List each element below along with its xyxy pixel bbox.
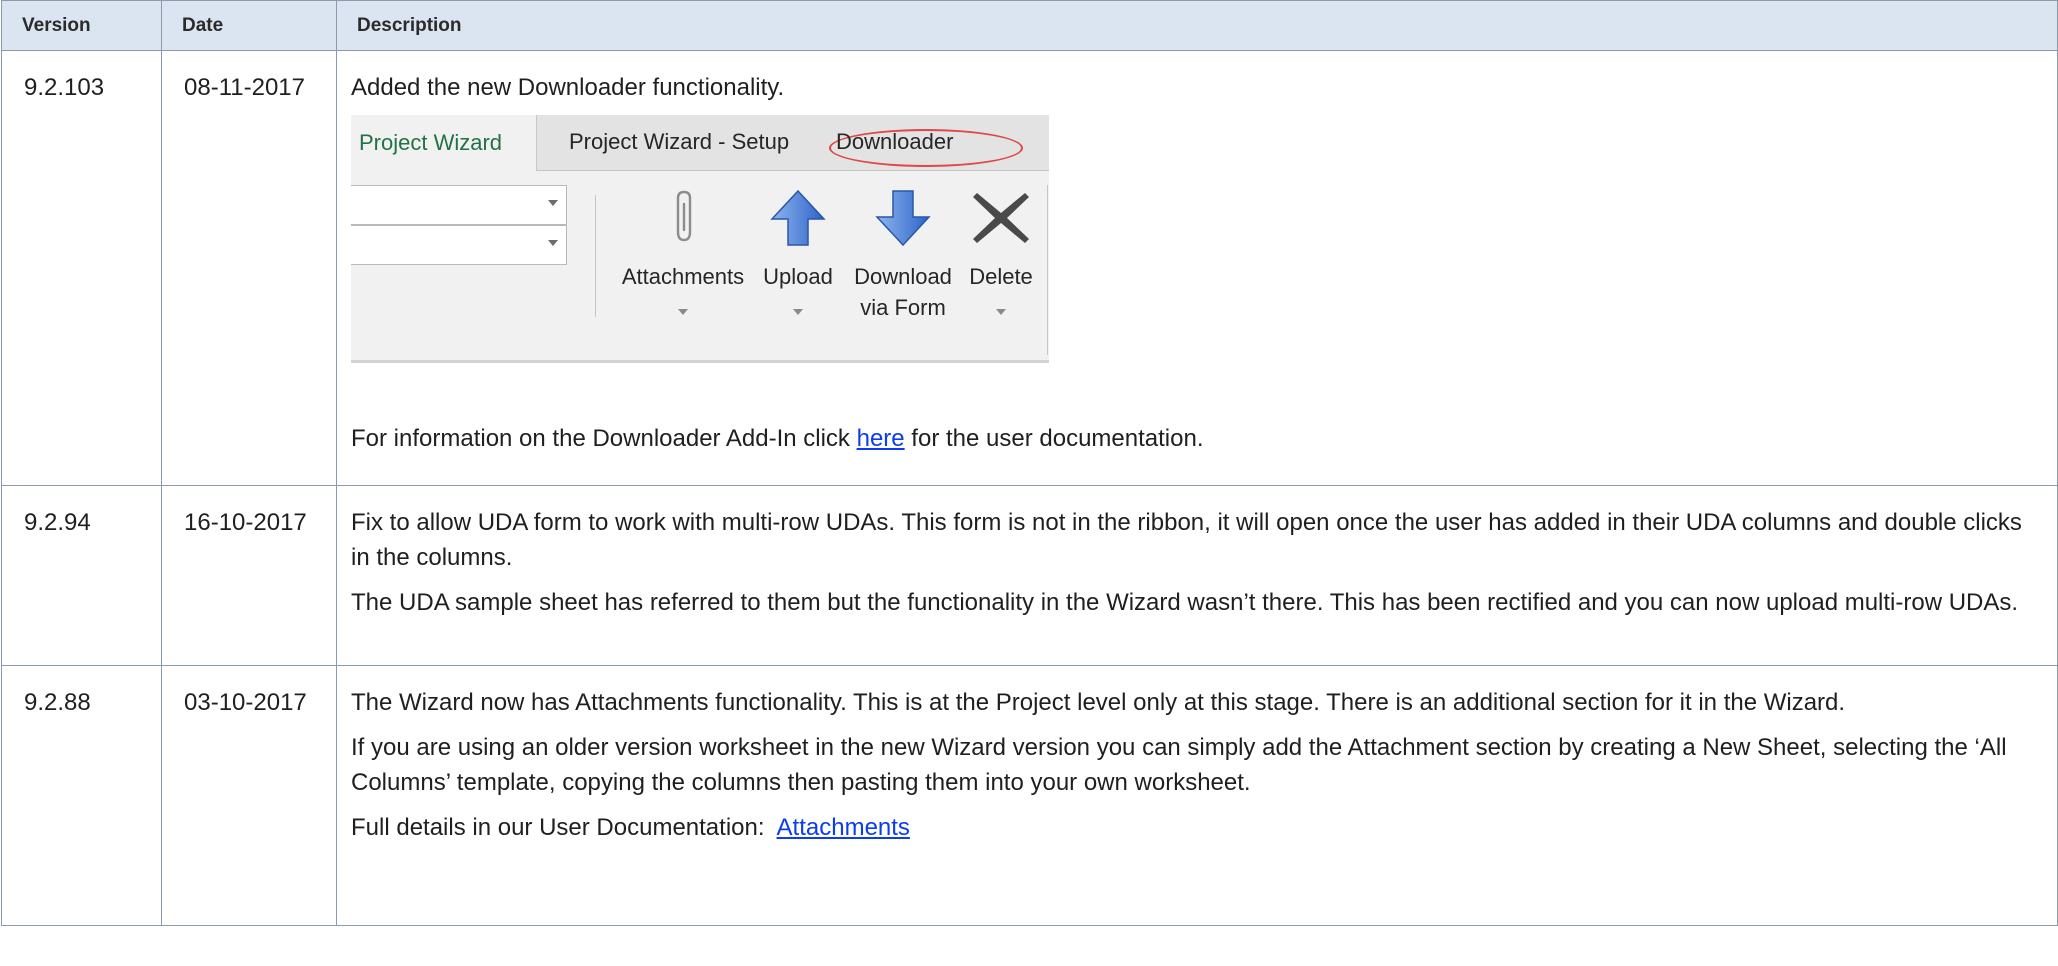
description-text: Added the new Downloader functionality. <box>351 74 785 101</box>
description-text: If you are using an older version worksh… <box>351 734 2007 796</box>
attachments-label: Attachments <box>621 264 745 289</box>
version-cell: 9.2.94 <box>1 485 162 666</box>
table-row: 9.2.103 08-11-2017 Added the new Downloa… <box>1 50 2058 486</box>
details-line: Full details in our User Documentation: … <box>351 810 2043 845</box>
column-header-version: Version <box>1 0 162 51</box>
download-label: Download <box>854 264 952 289</box>
date-cell: 16-10-2017 <box>161 485 337 666</box>
date-cell: 08-11-2017 <box>161 50 337 486</box>
chevron-down-icon <box>548 200 558 206</box>
description-cell: The Wizard now has Attachments functiona… <box>336 665 2058 926</box>
here-link[interactable]: here <box>857 425 905 452</box>
column-header-date: Date <box>161 0 337 51</box>
dropdown-arrow-icon <box>793 309 803 315</box>
table-row: 9.2.88 03-10-2017 The Wizard now has Att… <box>1 665 2058 926</box>
column-header-description: Description <box>336 0 2058 51</box>
info-line: For information on the Downloader Add-In… <box>351 421 2043 456</box>
ribbon-separator <box>595 195 596 317</box>
download-via-form-button[interactable]: Download via Form <box>843 183 963 323</box>
attachments-link[interactable]: Attachments <box>777 814 910 841</box>
upload-button[interactable]: Upload <box>757 183 839 323</box>
version-cell: 9.2.88 <box>1 665 162 926</box>
attachments-button[interactable]: Attachments <box>609 183 757 323</box>
download-label-line2: via Form <box>860 295 946 320</box>
ribbon-combo-box[interactable] <box>351 225 567 265</box>
delete-button[interactable]: Delete <box>961 183 1041 323</box>
dropdown-arrow-icon <box>996 309 1006 315</box>
version-cell: 9.2.103 <box>1 50 162 486</box>
chevron-down-icon <box>548 240 558 246</box>
description-cell: Fix to allow UDA form to work with multi… <box>336 485 2058 666</box>
tab-project-wizard-setup[interactable]: Project Wizard - Setup <box>569 115 789 170</box>
upload-label: Upload <box>763 264 833 289</box>
delete-x-icon <box>973 193 1029 243</box>
version-history-table: Version Date Description 9.2.103 08-11-2… <box>1 0 2058 926</box>
date-cell: 03-10-2017 <box>161 665 337 926</box>
header-row: Version Date Description <box>1 0 2058 51</box>
ribbon-screenshot: Project Wizard Project Wizard - Setup Do… <box>351 115 1049 363</box>
tab-project-wizard[interactable]: Project Wizard <box>351 115 537 171</box>
details-text: Full details in our User Documentation: <box>351 814 777 841</box>
delete-label: Delete <box>969 264 1033 289</box>
ribbon-tab-bar: Project Wizard Project Wizard - Setup Do… <box>351 115 1049 171</box>
description-text: The UDA sample sheet has referred to the… <box>351 589 2019 616</box>
download-arrow-icon <box>875 190 931 247</box>
paperclip-icon <box>676 190 692 242</box>
ribbon-combo-box[interactable] <box>351 185 567 225</box>
tab-downloader[interactable]: Downloader <box>836 115 953 170</box>
description-text: Fix to allow UDA form to work with multi… <box>351 509 2022 571</box>
table-row: 9.2.94 16-10-2017 Fix to allow UDA form … <box>1 485 2058 666</box>
info-text-after: for the user documentation. <box>904 425 1204 452</box>
description-text: The Wizard now has Attachments functiona… <box>351 689 1846 716</box>
dropdown-arrow-icon <box>678 309 688 315</box>
description-cell: Added the new Downloader functionality. … <box>336 50 2058 486</box>
info-text-before: For information on the Downloader Add-In… <box>351 425 857 452</box>
upload-arrow-icon <box>770 189 826 246</box>
ribbon-separator <box>1047 185 1048 355</box>
